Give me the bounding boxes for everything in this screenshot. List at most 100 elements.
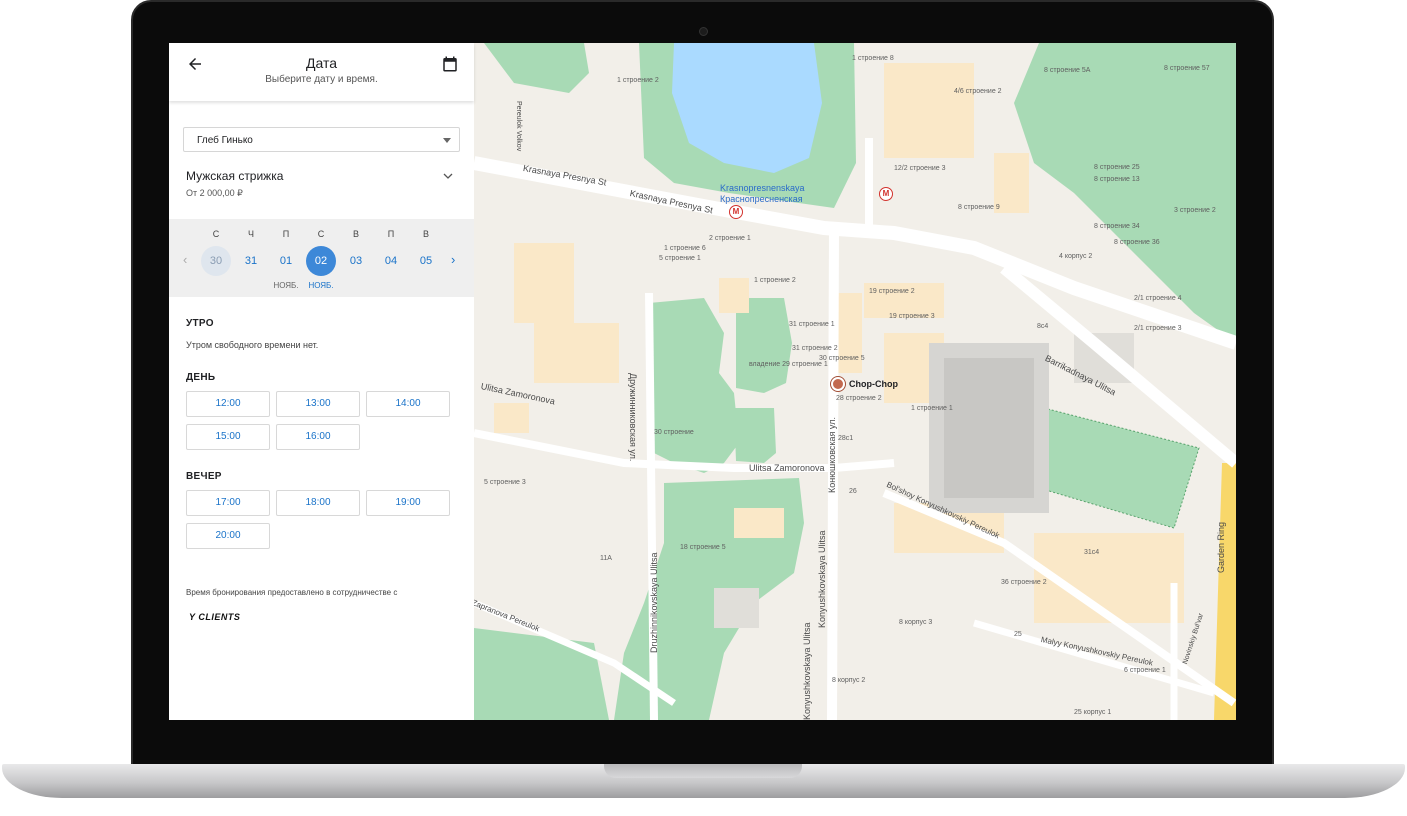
- day-item[interactable]: В 03: [341, 219, 371, 291]
- caret-down-icon: [443, 138, 451, 143]
- building-label: 8 строение 36: [1114, 239, 1160, 246]
- building-label: 1 строение 2: [617, 77, 659, 84]
- chevron-down-icon: [443, 173, 453, 179]
- metro-station-label[interactable]: Krasnopresnenskaya Краснопресненская: [720, 183, 805, 205]
- time-slot-button[interactable]: 14:00: [366, 391, 450, 417]
- building-label: 36 строение 2: [1001, 579, 1047, 586]
- road-label: Druzhinnikovskaya Ulitsa: [649, 552, 659, 653]
- building-label: владение 29 строение 1: [749, 361, 828, 368]
- road-label: Ulitsa Zamoronova: [749, 463, 825, 473]
- weekday-label: В: [422, 229, 429, 239]
- building-label: 8 строение 57: [1164, 65, 1210, 72]
- building-label: 8 строение 13: [1094, 176, 1140, 183]
- road-label: Дружинниковская ул.: [628, 373, 638, 462]
- building-label: 19 строение 3: [889, 313, 935, 320]
- time-slot-button[interactable]: 13:00: [276, 391, 360, 417]
- building-label: 8c4: [1037, 323, 1049, 330]
- weekday-label: В: [352, 229, 359, 239]
- day-item[interactable]: П 01 НОЯБ.: [271, 219, 301, 291]
- building-label: 1 строение 8: [852, 55, 894, 62]
- day-number-selected: 02: [306, 246, 336, 276]
- building-label: 8 строение 34: [1094, 223, 1140, 230]
- building-label: 2/1 строение 4: [1134, 295, 1182, 302]
- month-label: [341, 281, 371, 291]
- building-label: 28c1: [838, 435, 854, 442]
- next-week-chevron-icon[interactable]: ›: [451, 252, 455, 267]
- month-label: НОЯБ.: [273, 281, 299, 290]
- webcam-icon: [699, 27, 708, 36]
- time-slot-button[interactable]: 20:00: [186, 523, 270, 549]
- building-label: 5 строение 1: [659, 255, 701, 262]
- building-label: 4/6 строение 2: [954, 88, 1002, 95]
- building-label: 8 корпус 2: [832, 677, 866, 684]
- day-item[interactable]: П 04: [376, 219, 406, 291]
- day-number: 31: [244, 255, 258, 267]
- building-label: 1 строение 6: [664, 245, 706, 252]
- day-item[interactable]: Ч 31: [236, 219, 266, 291]
- building-label: 3 строение 2: [1174, 207, 1216, 214]
- staff-select-value: Глеб Гинько: [197, 135, 253, 146]
- road-label: Garden Ring: [1216, 521, 1226, 573]
- weekday-label: П: [387, 229, 395, 239]
- day-item[interactable]: В 05: [411, 219, 441, 291]
- map-view[interactable]: Krasnaya Presnya St Krasnaya Presnya St …: [471, 43, 1236, 720]
- building-label: 31c4: [1084, 549, 1100, 556]
- time-slot-button[interactable]: 16:00: [276, 424, 360, 450]
- day-number: 05: [419, 255, 433, 267]
- building-label: 1 строение 2: [754, 277, 796, 284]
- building-label: 31 строение 1: [789, 321, 835, 328]
- month-label: НОЯБ.: [308, 281, 334, 290]
- day-item[interactable]: С 02 НОЯБ.: [306, 219, 336, 291]
- page-subtitle: Выберите дату и время.: [265, 74, 378, 85]
- place-address-label: 28 строение 2: [836, 395, 882, 402]
- service-selector[interactable]: Мужская стрижка От 2 000,00 ₽: [186, 169, 458, 205]
- building-label: 1 строение 1: [911, 405, 953, 412]
- building-label: 12/2 строение 3: [894, 165, 946, 172]
- month-label: [236, 281, 266, 291]
- building-label: 25: [1014, 631, 1022, 638]
- prev-week-chevron-icon[interactable]: ‹: [183, 252, 187, 267]
- day-number: 03: [349, 255, 363, 267]
- laptop-notch: [604, 764, 802, 778]
- building-label: 2 строение 1: [709, 235, 751, 242]
- laptop-frame: Дата Выберите дату и время. Глеб Гинько …: [0, 0, 1407, 816]
- yclients-logo[interactable]: Y CLIENTS: [189, 612, 240, 622]
- morning-title: УТРО: [186, 318, 214, 329]
- building-label: 19 строение 2: [869, 288, 915, 295]
- date-strip: ‹ С 30 Ч 31 П 01 НОЯБ. С 02 НОЯБ. В 03 П…: [169, 219, 474, 297]
- road-label: Конюшковская ул.: [827, 417, 837, 493]
- place-pin-icon[interactable]: [831, 377, 845, 391]
- weekday-label: С: [317, 229, 325, 239]
- building-label: 8 корпус 3: [899, 619, 933, 626]
- calendar-icon[interactable]: [441, 55, 459, 73]
- app-screen: Дата Выберите дату и время. Глеб Гинько …: [169, 43, 1236, 720]
- building-label: 5 строение 3: [484, 479, 526, 486]
- time-slot-button[interactable]: 15:00: [186, 424, 270, 450]
- building-label: 8 строение 9: [958, 204, 1000, 211]
- metro-icon[interactable]: M: [729, 205, 743, 219]
- weekday-label: С: [212, 229, 220, 239]
- morning-empty-text: Утром свободного времени нет.: [186, 340, 319, 350]
- road-label: Pereulok Volkov: [515, 101, 522, 152]
- day-number: 30: [201, 246, 231, 276]
- time-slot-button[interactable]: 19:00: [366, 490, 450, 516]
- building-label: 11А: [600, 555, 612, 562]
- service-price: От 2 000,00 ₽: [186, 188, 243, 198]
- building-label: 31 строение 2: [792, 345, 838, 352]
- place-name-label[interactable]: Chop-Chop: [849, 379, 898, 389]
- building-label: 30 строение: [654, 429, 694, 436]
- metro-icon[interactable]: M: [879, 187, 893, 201]
- building-label: 8 строение 25: [1094, 164, 1140, 171]
- weekday-label: Ч: [248, 229, 254, 239]
- month-label: [201, 281, 231, 291]
- month-label: [411, 281, 441, 291]
- page-title: Дата: [305, 55, 337, 71]
- time-slot-button[interactable]: 18:00: [276, 490, 360, 516]
- day-number: 04: [384, 255, 398, 267]
- panel-header: Дата Выберите дату и время.: [169, 43, 474, 101]
- building-label: 25 корпус 1: [1074, 709, 1112, 716]
- day-item[interactable]: С 30: [201, 219, 231, 291]
- time-slot-button[interactable]: 17:00: [186, 490, 270, 516]
- staff-select[interactable]: Глеб Гинько: [183, 127, 460, 152]
- time-slot-button[interactable]: 12:00: [186, 391, 270, 417]
